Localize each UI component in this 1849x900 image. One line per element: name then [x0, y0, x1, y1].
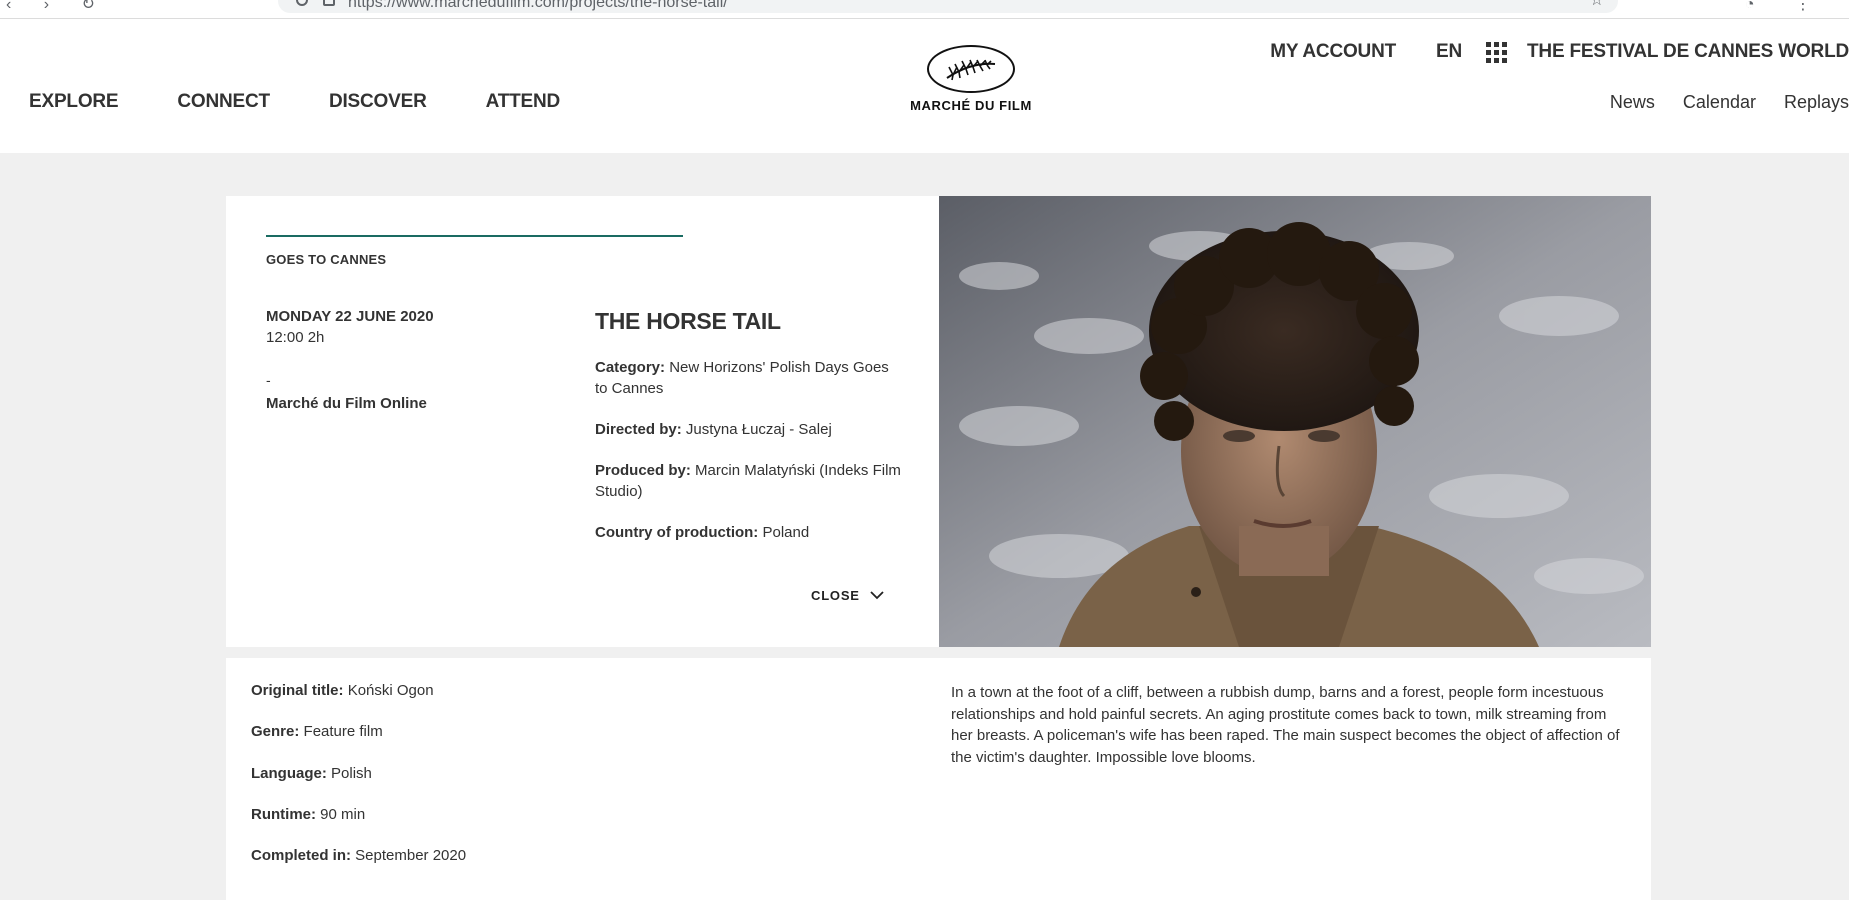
my-account-link[interactable]: MY ACCOUNT: [1270, 41, 1396, 63]
language-label: Language:: [251, 765, 327, 782]
nav-explore[interactable]: EXPLORE: [29, 91, 119, 113]
nav-replays[interactable]: Replays: [1784, 92, 1849, 113]
original-title-row: Original title: Koński Ogon: [251, 682, 434, 699]
film-still-image: [939, 196, 1651, 647]
event-card: GOES TO CANNES MONDAY 22 JUNE 2020 12:00…: [226, 196, 1651, 647]
bookmark-star-icon[interactable]: ☆: [1590, 0, 1604, 10]
session-separator: -: [266, 372, 271, 388]
genre-row: Genre: Feature film: [251, 723, 383, 740]
nav-calendar[interactable]: Calendar: [1683, 92, 1756, 113]
event-info-panel: GOES TO CANNES MONDAY 22 JUNE 2020 12:00…: [226, 196, 939, 647]
country-label: Country of production:: [595, 524, 759, 541]
apps-grid-icon[interactable]: [1486, 41, 1508, 63]
film-details-card: Original title: Koński Ogon Genre: Featu…: [226, 658, 1651, 900]
marche-du-film-logo[interactable]: MARCHÉ DU FILM: [908, 45, 1034, 117]
completed-row: Completed in: September 2020: [251, 847, 466, 864]
url-text[interactable]: https://www.marchedufilm.com/projects/th…: [348, 0, 728, 12]
close-button[interactable]: CLOSE: [811, 588, 884, 603]
runtime-label: Runtime:: [251, 806, 316, 823]
film-country: Country of production: Poland: [595, 522, 905, 543]
palm-leaf-icon: [946, 59, 996, 81]
top-right-utilities: MY ACCOUNT EN THE FESTIVAL DE CANNES WOR…: [1270, 37, 1849, 67]
logo-text: MARCHÉ DU FILM: [910, 98, 1032, 113]
film-still-illustration: [939, 196, 1651, 647]
film-category: Category: New Horizons' Polish Days Goes…: [595, 357, 905, 399]
session-venue: Marché du Film Online: [266, 395, 427, 412]
browser-chrome: ‹ › ↻ https://www.marchedufilm.com/proje…: [0, 0, 1849, 19]
directed-value: Justyna Łuczaj - Salej: [685, 421, 832, 438]
film-producer: Produced by: Marcin Malatyński (Indeks F…: [595, 460, 905, 502]
runtime-row: Runtime: 90 min: [251, 806, 365, 823]
original-title-value: Koński Ogon: [347, 682, 434, 699]
runtime-value: 90 min: [320, 806, 366, 823]
genre-label: Genre:: [251, 723, 300, 740]
language-row: Language: Polish: [251, 765, 372, 782]
browser-extension-icons[interactable]: ◔ ⋮: [1745, 0, 1829, 14]
language-value: Polish: [331, 765, 372, 782]
festival-world-link[interactable]: THE FESTIVAL DE CANNES WORLD: [1527, 41, 1849, 63]
nav-discover[interactable]: DISCOVER: [329, 91, 427, 113]
site-settings-icon[interactable]: [323, 0, 335, 6]
completed-label: Completed in:: [251, 847, 351, 864]
nav-connect[interactable]: CONNECT: [177, 91, 270, 113]
event-eyebrow: GOES TO CANNES: [266, 252, 387, 267]
film-title: THE HORSE TAIL: [595, 308, 781, 334]
nav-attend[interactable]: ATTEND: [486, 91, 561, 113]
site-info-icon[interactable]: [296, 0, 308, 6]
accent-divider: [266, 235, 683, 237]
browser-nav-icons[interactable]: ‹ › ↻: [6, 0, 109, 14]
palm-emblem: [927, 45, 1015, 93]
session-date: MONDAY 22 JUNE 2020: [266, 308, 434, 325]
completed-value: September 2020: [355, 847, 467, 864]
film-director: Directed by: Justyna Łuczaj - Salej: [595, 419, 905, 440]
original-title-label: Original title:: [251, 682, 344, 699]
chevron-down-icon: [870, 591, 884, 600]
country-value: Poland: [762, 524, 810, 541]
close-label: CLOSE: [811, 588, 860, 603]
genre-value: Feature film: [303, 723, 383, 740]
film-synopsis: In a town at the foot of a cliff, betwee…: [951, 684, 1620, 766]
directed-label: Directed by:: [595, 421, 682, 438]
produced-label: Produced by:: [595, 462, 691, 479]
nav-news[interactable]: News: [1610, 92, 1655, 113]
language-selector[interactable]: EN: [1436, 41, 1462, 63]
site-header: EXPLORE CONNECT DISCOVER ATTEND MARCHÉ D…: [0, 19, 1849, 153]
main-nav: EXPLORE CONNECT DISCOVER ATTEND: [29, 91, 619, 113]
session-time: 12:00 2h: [266, 329, 325, 346]
address-bar[interactable]: https://www.marchedufilm.com/projects/th…: [278, 0, 1618, 13]
secondary-nav: News Calendar Replays: [1582, 92, 1849, 113]
category-label: Category:: [595, 359, 666, 376]
